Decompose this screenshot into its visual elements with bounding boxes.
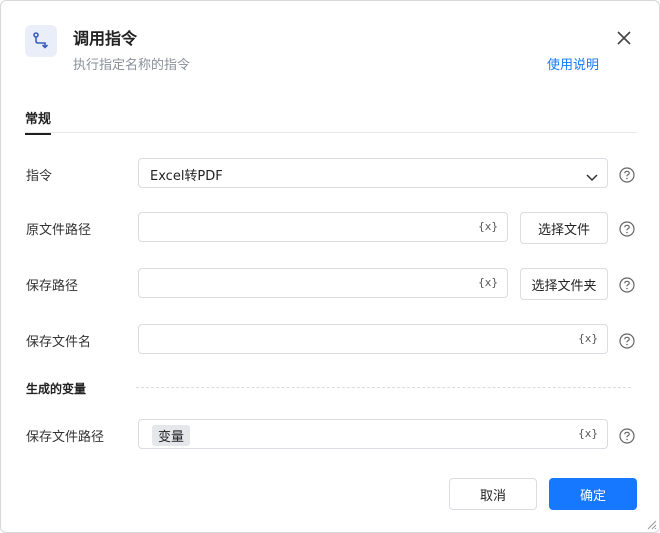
dialog-subtitle: 执行指定名称的指令 [73, 58, 191, 73]
variable-icon[interactable]: {x} [578, 427, 598, 440]
save-filename-input[interactable]: {x} [138, 324, 608, 354]
help-circle-icon[interactable] [619, 333, 635, 349]
tab-general[interactable]: 常规 [25, 108, 52, 135]
command-select[interactable]: Excel转PDF [138, 158, 608, 188]
variable-icon[interactable]: {x} [478, 276, 498, 289]
help-circle-icon[interactable] [619, 167, 635, 183]
cancel-button[interactable]: 取消 [449, 478, 537, 510]
help-circle-icon[interactable] [619, 428, 635, 444]
section-divider [136, 387, 631, 388]
save-filename-label: 保存文件名 [26, 335, 92, 350]
save-path-input[interactable]: {x} [138, 268, 508, 298]
help-link[interactable]: 使用说明 [547, 54, 599, 73]
saved-file-path-label: 保存文件路径 [26, 430, 105, 445]
variable-icon[interactable]: {x} [478, 220, 498, 233]
source-path-input[interactable]: {x} [138, 212, 508, 242]
variable-chip[interactable]: 变量 [152, 425, 191, 446]
output-section-title: 生成的变量 [26, 382, 87, 396]
dialog-title: 调用指令 [73, 29, 138, 48]
help-circle-icon[interactable] [619, 221, 635, 237]
variable-icon[interactable]: {x} [578, 332, 598, 345]
command-select-value: Excel转PDF [150, 169, 223, 184]
command-flow-icon [25, 25, 57, 57]
saved-file-path-input[interactable]: 变量 {x} [138, 419, 608, 449]
select-file-button[interactable]: 选择文件 [520, 212, 608, 244]
command-label: 指令 [26, 169, 53, 184]
chevron-down-icon [586, 168, 598, 187]
invoke-command-dialog: 调用指令 执行指定名称的指令 使用说明 常规 指令 Excel转PDF 原文件路… [0, 0, 660, 533]
help-circle-icon[interactable] [619, 277, 635, 293]
select-folder-button[interactable]: 选择文件夹 [520, 268, 608, 300]
tab-divider [25, 132, 637, 133]
save-path-label: 保存路径 [26, 279, 79, 294]
confirm-button[interactable]: 确定 [549, 478, 637, 510]
source-path-label: 原文件路径 [26, 223, 92, 238]
close-icon[interactable] [613, 27, 635, 49]
resize-handle-icon[interactable] [645, 518, 657, 530]
